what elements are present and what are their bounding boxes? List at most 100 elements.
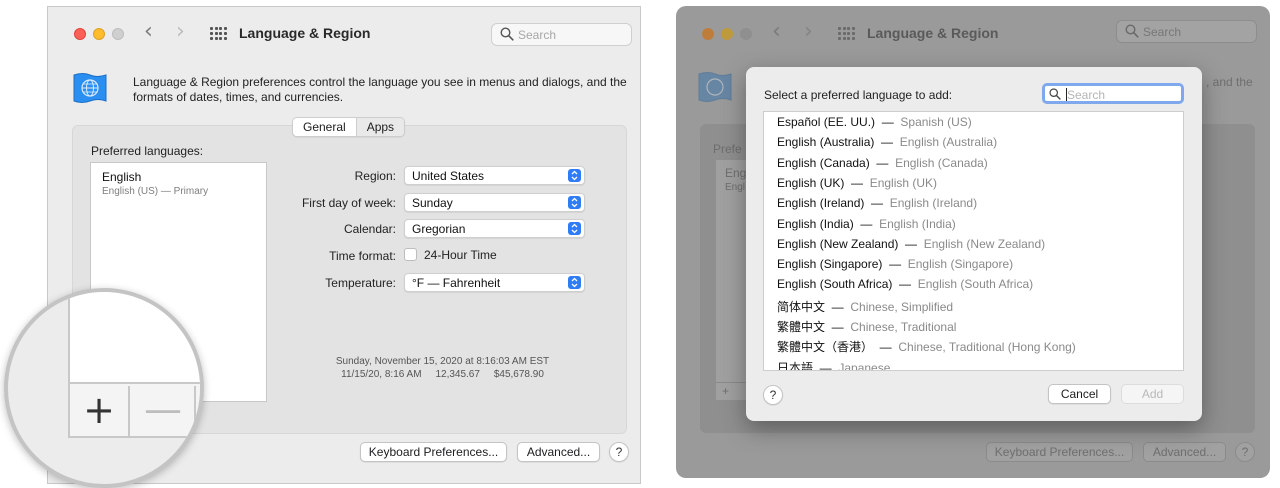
- temperature-value: °F — Fahrenheit: [412, 276, 501, 290]
- advanced-button[interactable]: Advanced...: [1143, 442, 1226, 462]
- first-day-label: First day of week:: [301, 196, 396, 210]
- tab-general[interactable]: General: [293, 118, 357, 136]
- add-language-sheet: Select a preferred language to add: Sear…: [746, 67, 1202, 421]
- language-english-name: Spanish (US): [900, 115, 972, 129]
- language-native-name: 繁體中文（香港）: [777, 340, 874, 355]
- 24-hour-checkbox[interactable]: [404, 248, 417, 261]
- help-button[interactable]: ?: [609, 442, 629, 462]
- language-english-name: Chinese, Traditional (Hong Kong): [898, 340, 1076, 355]
- time-format-label: Time format:: [329, 249, 396, 263]
- list-toolbar: +: [716, 382, 746, 400]
- language-separator: —: [825, 320, 851, 334]
- language-native-name: 日本語: [777, 360, 814, 371]
- first-day-select[interactable]: Sunday: [404, 193, 585, 212]
- language-separator: —: [864, 196, 890, 211]
- language-row[interactable]: Español (EE. UU.) — Spanish (US): [777, 115, 972, 129]
- window-title: Language & Region: [239, 25, 371, 41]
- language-row[interactable]: 日本語 — Japanese: [777, 359, 891, 371]
- zoom-button[interactable]: [112, 28, 124, 40]
- dimmed-window: ‹ › Language & Region Search , and the P…: [676, 6, 1270, 478]
- language-row[interactable]: 简体中文 — Chinese, Simplified: [777, 298, 953, 315]
- language-english-name: English (UK): [869, 175, 938, 190]
- language-english-name: Japanese: [838, 360, 891, 371]
- help-button[interactable]: ?: [763, 385, 783, 405]
- language-row[interactable]: English (Canada) — English (Canada): [777, 156, 988, 170]
- show-all-grid-icon[interactable]: [838, 27, 855, 41]
- forward-chevron-icon[interactable]: ›: [804, 21, 813, 43]
- region-label: Region:: [354, 169, 396, 183]
- back-chevron-icon[interactable]: ‹: [144, 21, 153, 43]
- advanced-button[interactable]: Advanced...: [517, 442, 600, 462]
- cancel-button[interactable]: Cancel: [1048, 384, 1111, 404]
- language-separator: —: [844, 175, 870, 190]
- temperature-label: Temperature:: [325, 276, 396, 290]
- back-chevron-icon[interactable]: ‹: [772, 21, 781, 43]
- search-icon: [500, 27, 514, 41]
- help-button[interactable]: ?: [1235, 442, 1255, 462]
- temperature-select[interactable]: °F — Fahrenheit: [404, 273, 585, 292]
- tab-bar: General Apps: [292, 117, 406, 137]
- show-all-grid-icon[interactable]: [210, 27, 227, 41]
- language-english-name: English (Australia): [899, 135, 998, 150]
- description-text: Language & Region preferences control th…: [133, 75, 627, 104]
- popup-arrows-icon: [568, 169, 581, 182]
- keyboard-preferences-button[interactable]: Keyboard Preferences...: [360, 442, 507, 462]
- language-row[interactable]: English (Singapore) — English (Singapore…: [777, 257, 1013, 271]
- language-native-name: 繁體中文: [777, 320, 826, 334]
- popup-arrows-icon: [568, 196, 581, 209]
- calendar-value: Gregorian: [412, 222, 466, 236]
- search-placeholder: Search: [518, 28, 557, 42]
- language-separator: —: [869, 155, 896, 170]
- language-separator: —: [898, 236, 924, 251]
- add-button[interactable]: Add: [1121, 384, 1184, 404]
- language-list[interactable]: Español (EE. UU.) — Spanish (US) English …: [763, 111, 1184, 371]
- language-english-name: English (India): [879, 216, 956, 231]
- language-native-name: 简体中文: [777, 299, 826, 314]
- language-row[interactable]: English (India) — English (India): [777, 217, 956, 231]
- language-detail: English (US) — Primary: [102, 186, 209, 197]
- minimize-button[interactable]: [93, 28, 105, 40]
- language-native-name: Español (EE. UU.): [777, 115, 876, 129]
- language-row[interactable]: English (New Zealand) — English (New Zea…: [777, 237, 1045, 251]
- sample-number-text: 11/15/20, 8:16 AM 12,345.67 $45,678.90: [341, 369, 544, 380]
- search-icon: [1049, 88, 1061, 100]
- language-row[interactable]: 繁體中文 — Chinese, Traditional: [777, 318, 956, 335]
- sample-date-text: Sunday, November 15, 2020 at 8:16:03 AM …: [335, 356, 550, 367]
- language-search-input[interactable]: Search: [1042, 83, 1184, 104]
- search-input[interactable]: Search: [491, 23, 632, 46]
- minimize-button[interactable]: [721, 28, 733, 40]
- search-input[interactable]: Search: [1116, 20, 1257, 43]
- language-separator: —: [873, 340, 899, 355]
- language-separator: —: [875, 115, 901, 129]
- language-row[interactable]: 繁體中文（香港） — Chinese, Traditional (Hong Ko…: [777, 338, 1076, 355]
- close-button[interactable]: [702, 28, 714, 40]
- language-separator: —: [874, 135, 900, 150]
- preferred-languages-label: Preferred languages:: [91, 144, 204, 158]
- popup-arrows-icon: [568, 276, 581, 289]
- forward-chevron-icon[interactable]: ›: [176, 21, 185, 43]
- add-language-button[interactable]: +: [722, 384, 729, 398]
- language-row[interactable]: English (Australia) — English (Australia…: [777, 135, 997, 149]
- language-separator: —: [853, 216, 880, 231]
- language-row[interactable]: English (South Africa) — English (South …: [777, 277, 1033, 291]
- close-button[interactable]: [74, 28, 86, 40]
- remove-language-button[interactable]: —: [132, 386, 196, 438]
- window-title: Language & Region: [867, 25, 999, 41]
- search-placeholder: Search: [1143, 25, 1182, 39]
- preferred-languages-list: Eng Engl: [716, 160, 746, 400]
- popup-arrows-icon: [568, 222, 581, 235]
- language-row[interactable]: English (Ireland) — English (Ireland): [777, 196, 977, 210]
- search-placeholder: Search: [1067, 88, 1106, 102]
- language-name: Eng: [725, 166, 747, 180]
- keyboard-preferences-button[interactable]: Keyboard Preferences...: [986, 442, 1133, 462]
- region-select[interactable]: United States: [404, 166, 585, 185]
- zoom-button[interactable]: [740, 28, 752, 40]
- add-language-button[interactable]: +: [70, 386, 130, 438]
- magnified-list: [68, 292, 200, 384]
- tab-apps[interactable]: Apps: [356, 118, 405, 136]
- language-english-name: Chinese, Simplified: [850, 299, 954, 314]
- calendar-select[interactable]: Gregorian: [404, 219, 585, 238]
- language-english-name: English (Singapore): [907, 257, 1014, 272]
- description-text-tail: , and the: [1206, 75, 1253, 89]
- language-row[interactable]: English (UK) — English (UK): [777, 176, 937, 190]
